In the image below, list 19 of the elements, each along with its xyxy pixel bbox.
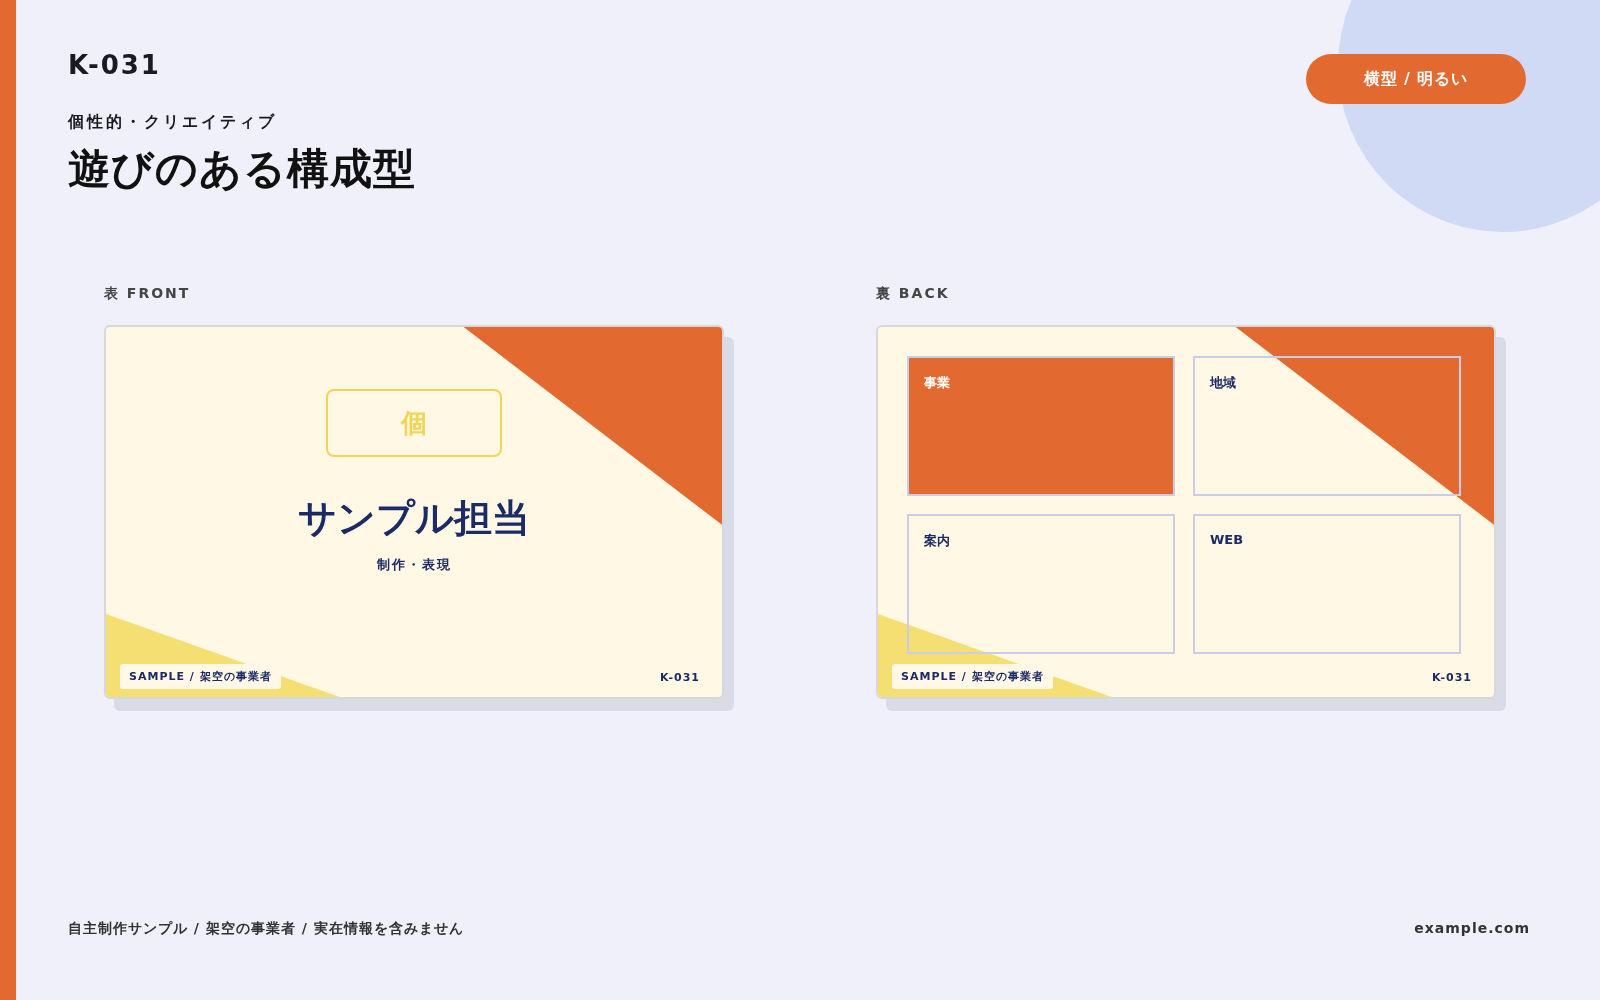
style-badge: 横型 / 明るい [1306, 54, 1526, 104]
category-label: 個性的・クリエイティブ [68, 112, 277, 133]
card-code: K-031 [1431, 671, 1472, 684]
person-name: サンプル担当 [298, 495, 530, 542]
info-panel: 地域 [1193, 356, 1461, 496]
card-code: K-031 [659, 671, 700, 684]
side-label: 裏 BACK [876, 285, 951, 303]
site-url: example.com [1414, 920, 1530, 938]
card-footer-label: SAMPLE / 架空の事業者 [892, 664, 1053, 689]
role-text: 制作・表現 [376, 556, 452, 574]
info-panel: 事業 [907, 356, 1175, 496]
page-title: 遊びのある構成型 [68, 143, 416, 195]
info-panel: WEB [1193, 514, 1461, 654]
template-code: K-031 [68, 50, 161, 80]
logo-mark: 個 [326, 389, 502, 457]
disclaimer-text: 自主制作サンプル / 架空の事業者 / 実在情報を含みません [68, 920, 464, 938]
side-label: 表 FRONT [104, 285, 192, 303]
card-footer-label: SAMPLE / 架空の事業者 [120, 664, 281, 689]
info-panel: 案内 [907, 514, 1175, 654]
